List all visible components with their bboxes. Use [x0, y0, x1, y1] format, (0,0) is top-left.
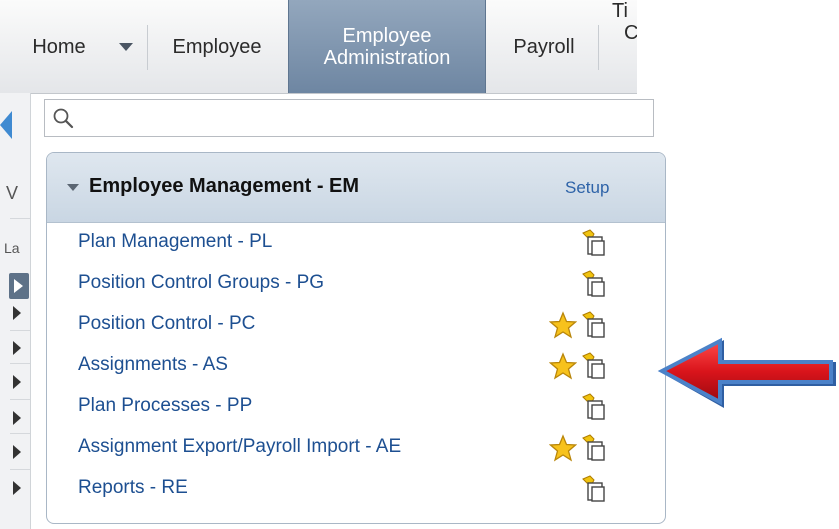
open-new-window-icon[interactable] — [581, 352, 605, 380]
divider — [10, 469, 30, 470]
setup-link[interactable]: Setup — [565, 178, 609, 198]
chevron-down-icon — [119, 42, 133, 51]
open-new-window-icon[interactable] — [581, 229, 605, 257]
nav-tab-cutoff[interactable]: Ti C — [612, 0, 637, 93]
red-arrow-pointer-icon — [657, 337, 836, 408]
nav-tab-home[interactable]: Home — [18, 0, 100, 93]
panel-header: Employee Management - EM Setup — [47, 153, 665, 223]
menu-item-assignment-export-payroll-import[interactable]: Assignment Export/Payroll Import - AE — [47, 428, 665, 469]
expand-row-icon[interactable] — [13, 445, 21, 459]
favorite-star-icon[interactable] — [549, 311, 577, 339]
menu-item-label[interactable]: Assignments - AS — [78, 354, 228, 376]
menu-item-reports[interactable]: Reports - RE — [47, 469, 665, 510]
divider — [10, 433, 30, 434]
nav-tab-employee-administration-line2: Administration — [323, 46, 451, 69]
divider — [10, 363, 30, 364]
expand-row-icon[interactable] — [9, 273, 29, 299]
sidebar-truncated-text: V — [6, 183, 19, 203]
menu-item-plan-processes[interactable]: Plan Processes - PP — [47, 387, 665, 428]
collapse-chevron-icon[interactable] — [67, 184, 79, 191]
menu-item-label[interactable]: Position Control Groups - PG — [78, 272, 324, 294]
menu-item-plan-management[interactable]: Plan Management - PL — [47, 223, 665, 264]
menu-item-label[interactable]: Plan Processes - PP — [78, 395, 252, 417]
open-new-window-icon[interactable] — [581, 475, 605, 503]
menu-item-label[interactable]: Position Control - PC — [78, 313, 255, 335]
menu-item-label[interactable]: Reports - RE — [78, 477, 188, 499]
top-nav-bar: Home Employee Employee Administration Pa… — [0, 0, 637, 94]
expand-row-icon[interactable] — [13, 306, 21, 320]
nav-tab-payroll[interactable]: Payroll — [494, 0, 594, 93]
nav-tab-cutoff-line1: Ti — [612, 0, 628, 22]
expand-row-icon[interactable] — [13, 411, 21, 425]
expand-row-icon[interactable] — [13, 341, 21, 355]
expand-row-icon[interactable] — [13, 481, 21, 495]
open-new-window-icon[interactable] — [581, 393, 605, 421]
nav-tab-payroll-label: Payroll — [513, 35, 575, 58]
left-sidebar-strip: V La — [0, 93, 31, 529]
panel-title: Employee Management - EM — [89, 175, 360, 197]
favorite-star-icon[interactable] — [549, 434, 577, 462]
search-box[interactable] — [44, 99, 654, 137]
nav-tab-employee-administration[interactable]: Employee Administration — [288, 0, 486, 93]
open-new-window-icon[interactable] — [581, 434, 605, 462]
nav-dropdown-button[interactable] — [112, 0, 140, 93]
menu-item-label[interactable]: Plan Management - PL — [78, 231, 272, 253]
menu-item-label[interactable]: Assignment Export/Payroll Import - AE — [78, 436, 401, 458]
open-new-window-icon[interactable] — [581, 311, 605, 339]
collapse-left-icon[interactable] — [0, 111, 12, 139]
sidebar-truncated-text: La — [4, 240, 20, 256]
nav-divider — [598, 25, 599, 70]
search-input[interactable] — [83, 106, 647, 132]
nav-divider — [147, 25, 148, 70]
search-icon — [53, 108, 74, 129]
nav-tab-employee-administration-line1: Employee — [342, 24, 432, 47]
divider — [10, 218, 30, 219]
nav-tab-home-label: Home — [32, 35, 86, 58]
nav-tab-employee-label: Employee — [172, 35, 262, 58]
menu-item-position-control[interactable]: Position Control - PC — [47, 305, 665, 346]
divider — [10, 399, 30, 400]
favorite-star-icon[interactable] — [549, 352, 577, 380]
divider — [10, 330, 30, 331]
nav-tab-cutoff-line2: C — [612, 22, 637, 44]
menu-item-position-control-groups[interactable]: Position Control Groups - PG — [47, 264, 665, 305]
expand-row-icon[interactable] — [13, 375, 21, 389]
open-new-window-icon[interactable] — [581, 270, 605, 298]
nav-tab-employee[interactable]: Employee — [152, 0, 282, 93]
employee-management-panel: Employee Management - EM Setup Plan Mana… — [46, 152, 666, 524]
menu-item-assignments[interactable]: Assignments - AS — [47, 346, 665, 387]
